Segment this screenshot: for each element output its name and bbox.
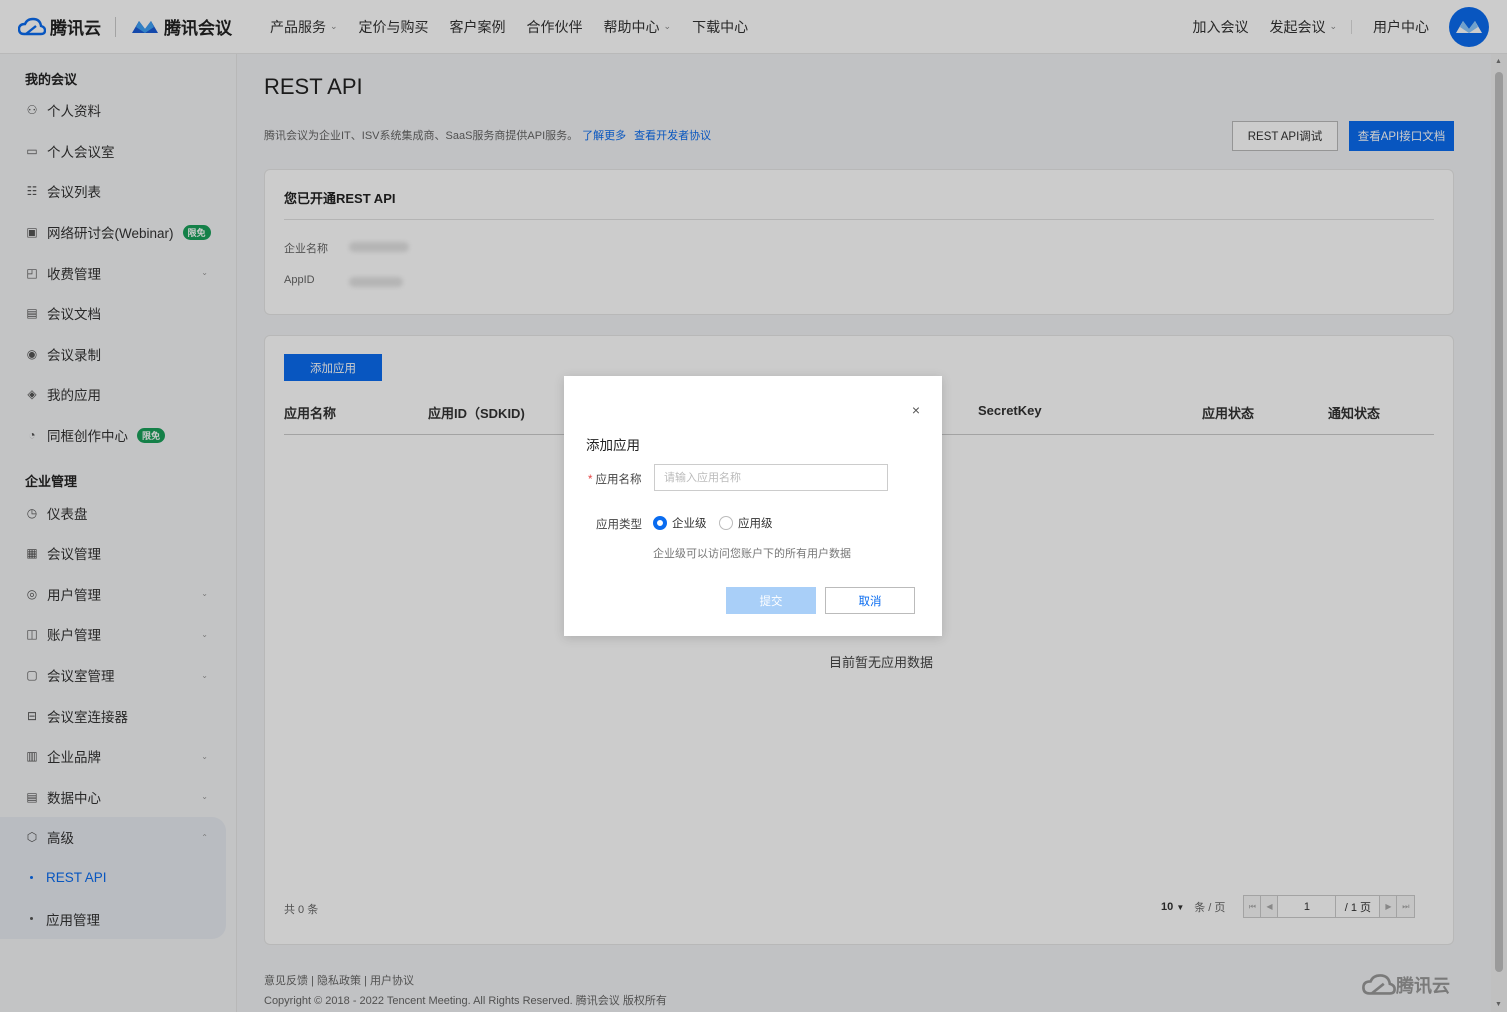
- radio-app-level-label: 应用级: [738, 518, 773, 530]
- app-type-label: 应用类型: [596, 519, 642, 531]
- radio-checked-icon: [653, 516, 667, 530]
- radio-app-level[interactable]: 应用级: [719, 515, 773, 531]
- add-app-dialog: × 添加应用 *应用名称 应用类型 企业级 应用级 企业级可以访问您账户下的所有…: [564, 376, 942, 636]
- close-icon[interactable]: ×: [912, 402, 920, 418]
- app-name-label-text: 应用名称: [595, 474, 642, 486]
- dialog-title: 添加应用: [586, 438, 640, 453]
- submit-button[interactable]: 提交: [726, 587, 816, 614]
- app-name-label: * 应用名称: [588, 471, 641, 487]
- radio-enterprise-label: 企业级: [672, 518, 707, 530]
- cancel-button[interactable]: 取消: [825, 587, 915, 614]
- radio-enterprise[interactable]: 企业级: [653, 515, 707, 531]
- app-type-hint: 企业级可以访问您账户下的所有用户数据: [653, 548, 851, 560]
- radio-unchecked-icon: [719, 516, 733, 530]
- app-name-input[interactable]: [654, 464, 888, 491]
- required-mark: *: [588, 474, 593, 486]
